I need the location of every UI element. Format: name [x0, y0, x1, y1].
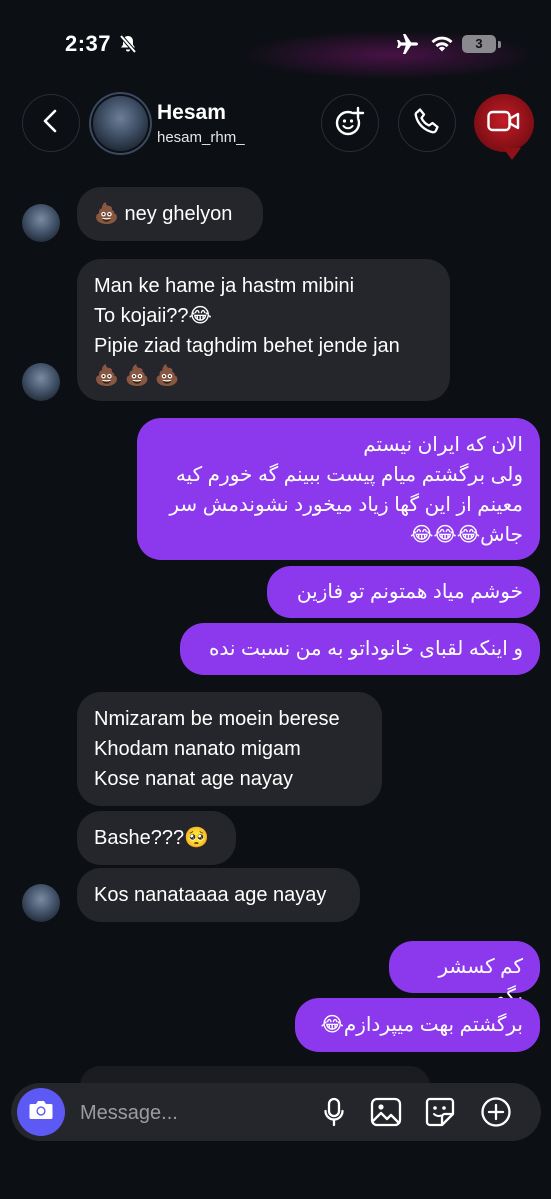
battery-indicator: 3: [462, 35, 496, 53]
video-call-button[interactable]: [474, 94, 534, 152]
effects-button[interactable]: [321, 94, 379, 152]
airplane-icon: [396, 33, 420, 60]
contact-avatar[interactable]: [93, 96, 148, 151]
back-chevron-icon: [40, 108, 62, 139]
sticker-icon[interactable]: [422, 1094, 458, 1130]
wifi-icon: [430, 34, 454, 59]
contact-name[interactable]: Hesam: [157, 101, 226, 125]
message-outgoing[interactable]: کم کسشر بگو: [389, 941, 540, 1008]
message-outgoing[interactable]: الان که ایران نیستم ولی برگشتم میام پیست…: [137, 418, 540, 560]
contact-handle[interactable]: hesam_rhm_: [157, 129, 245, 146]
battery-level: 3: [475, 36, 483, 51]
camera-button[interactable]: [17, 1088, 65, 1136]
message-incoming[interactable]: 💩 ney ghelyon: [77, 187, 263, 241]
plus-icon[interactable]: [478, 1094, 514, 1130]
message-outgoing[interactable]: و اینکه لقبای خانوداتو به من نسبت نده: [180, 623, 540, 675]
back-button[interactable]: [22, 94, 80, 152]
message-incoming[interactable]: Kos nanataaaa age nayay: [77, 868, 360, 922]
video-camera-icon: [486, 108, 522, 139]
sender-avatar[interactable]: [22, 363, 60, 401]
effects-icon: [333, 104, 367, 143]
battery-tip: [498, 41, 501, 48]
status-bar: 2:37 3: [0, 0, 551, 90]
message-incoming[interactable]: Bashe???🥺: [77, 811, 236, 865]
voice-call-button[interactable]: [398, 94, 456, 152]
message-outgoing[interactable]: خوشم میاد همتونم تو فازین: [267, 566, 540, 618]
message-incoming[interactable]: Nmizaram be moein berese Khodam nanato m…: [77, 692, 382, 806]
phone-icon: [412, 106, 442, 141]
microphone-icon[interactable]: [316, 1094, 352, 1130]
message-input[interactable]: [78, 1094, 302, 1132]
gallery-icon[interactable]: [368, 1094, 404, 1130]
message-incoming[interactable]: Man ke hame ja hastm mibini To kojaii??😂…: [77, 259, 450, 401]
message-outgoing[interactable]: برگشتم بهت میپردازم😂: [295, 998, 540, 1052]
video-call-glow-tail: [503, 148, 521, 160]
bell-slash-icon: [118, 34, 138, 59]
sender-avatar[interactable]: [22, 884, 60, 922]
sender-avatar[interactable]: [22, 204, 60, 242]
camera-icon: [28, 1099, 54, 1126]
status-time: 2:37: [65, 31, 112, 56]
